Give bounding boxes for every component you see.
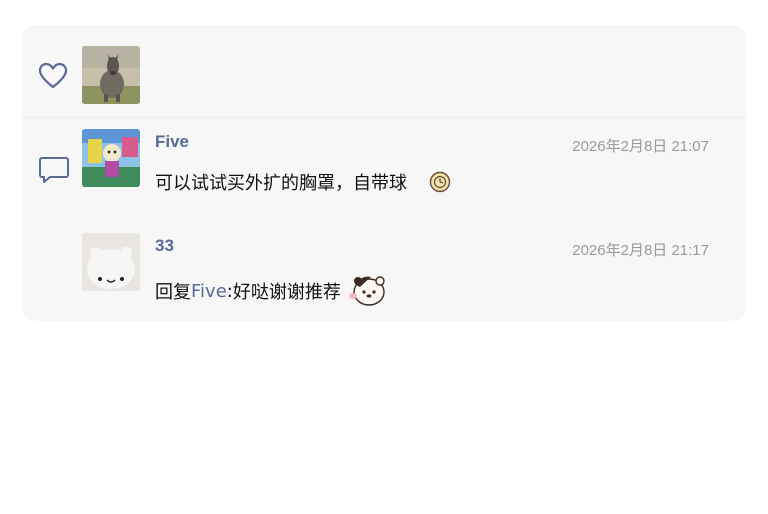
comment-item[interactable]: Five 2026年2月8日 21:07 可以试试买外扩的胸罩，自带球: [22, 129, 746, 223]
reply-to-username[interactable]: Five: [191, 281, 227, 302]
bear-sticker-icon: [348, 276, 385, 306]
like-avatar[interactable]: [82, 46, 140, 104]
avatar[interactable]: [82, 129, 140, 187]
comment-body: 好哒谢谢推荐: [232, 282, 341, 303]
clock-emoji-icon: [429, 171, 451, 193]
white-blob-avatar-image: [82, 233, 140, 291]
comment-username[interactable]: Five: [155, 132, 189, 152]
cartoon-avatar-image: [82, 129, 140, 187]
comment-text: 可以试试买外扩的胸罩，自带球: [155, 169, 451, 195]
comments-panel: Five 2026年2月8日 21:07 可以试试买外扩的胸罩，自带球 33 2…: [22, 25, 746, 321]
likes-comments-divider: [22, 117, 746, 118]
donkey-photo: [82, 46, 140, 104]
comment-text: 回复 Five: 好哒谢谢推荐: [155, 273, 387, 309]
heart-icon: [38, 62, 68, 89]
likes-row: [22, 25, 746, 117]
comment-username[interactable]: 33: [155, 236, 174, 256]
comment-timestamp: 2026年2月8日 21:17: [572, 242, 709, 259]
comment-item[interactable]: 33 2026年2月8日 21:17 回复 Five: 好哒谢谢推荐: [22, 233, 746, 321]
comment-body: 可以试试买外扩的胸罩，自带球: [155, 173, 407, 194]
comment-timestamp: 2026年2月8日 21:07: [572, 138, 709, 155]
avatar[interactable]: [82, 233, 140, 291]
reply-prefix: 回复: [155, 282, 191, 303]
